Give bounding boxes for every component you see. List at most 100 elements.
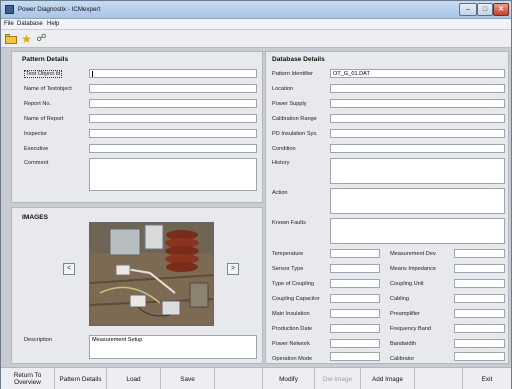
- preamplifier-input[interactable]: [454, 309, 505, 318]
- type-of-coupling-label: Type of Coupling: [272, 281, 314, 287]
- known-faults-textarea[interactable]: [330, 218, 505, 244]
- description-input[interactable]: Measurement Setup: [89, 335, 257, 359]
- means-impedance-label: Means Impedance: [390, 266, 437, 272]
- name-of-report-input[interactable]: [89, 114, 257, 123]
- condition-label: Condition: [272, 146, 296, 152]
- pd-insulation-sys-label: PD Insulation Sys.: [272, 131, 318, 137]
- temperature-label: Temperature: [272, 251, 304, 257]
- modify-button[interactable]: Modify: [263, 368, 315, 389]
- toolbar: ★ ☍: [1, 30, 511, 48]
- coupling-unit-label: Coupling Unit: [390, 281, 424, 287]
- pattern-details-button[interactable]: Pattern Details: [55, 368, 107, 389]
- pattern-identifier-label: Pattern Identifier: [272, 71, 314, 77]
- maximize-button[interactable]: □: [477, 3, 493, 16]
- report-no-label: Report No.: [24, 101, 52, 107]
- calibrator-input[interactable]: [454, 352, 505, 361]
- production-date-input[interactable]: [330, 324, 380, 333]
- close-button[interactable]: ✕: [493, 3, 509, 16]
- history-textarea[interactable]: [330, 158, 505, 184]
- power-network-label: Power Network: [272, 341, 310, 347]
- calibration-range-input[interactable]: [330, 114, 505, 123]
- executive-input[interactable]: [89, 144, 257, 153]
- pattern-details-panel: Pattern Details Test Object Id Name of T…: [11, 51, 263, 203]
- condition-input[interactable]: [330, 144, 505, 153]
- inspector-input[interactable]: [89, 129, 257, 138]
- frequency-band-input[interactable]: [454, 324, 505, 333]
- comment-label: Comment: [24, 160, 49, 166]
- cabling-label: Cabling: [390, 296, 409, 302]
- power-supply-label: Power Supply: [272, 101, 307, 107]
- menu-bar: File Database Help: [1, 19, 511, 30]
- minimize-button[interactable]: –: [459, 3, 477, 16]
- main-insulation-input[interactable]: [330, 309, 380, 318]
- coupling-capacitor-input[interactable]: [330, 294, 380, 303]
- temperature-input[interactable]: [330, 249, 380, 258]
- main-insulation-label: Main Insulation: [272, 311, 310, 317]
- bandwidth-input[interactable]: [454, 339, 505, 348]
- next-image-button[interactable]: >: [227, 263, 239, 275]
- window-title: Power Diagnostix - ICMexpert: [18, 6, 101, 13]
- spacer: [215, 368, 263, 389]
- power-network-input[interactable]: [330, 339, 380, 348]
- location-input[interactable]: [330, 84, 505, 93]
- star-icon[interactable]: ★: [20, 33, 33, 45]
- spacer-right: [415, 368, 463, 389]
- operation-mode-input[interactable]: [330, 352, 380, 361]
- menu-help[interactable]: Help: [47, 21, 59, 27]
- name-of-testobject-label: Name of Testobject: [24, 86, 72, 92]
- executive-label: Executive: [24, 146, 49, 152]
- app-icon: [5, 5, 14, 14]
- menu-file[interactable]: File: [4, 21, 14, 27]
- comment-textarea[interactable]: [89, 158, 257, 191]
- name-of-testobject-input[interactable]: [89, 84, 257, 93]
- report-no-input[interactable]: [89, 99, 257, 108]
- sensor-type-input[interactable]: [330, 264, 380, 273]
- history-label: History: [272, 160, 290, 166]
- coupling-unit-input[interactable]: [454, 279, 505, 288]
- preamplifier-label: Preamplifier: [390, 311, 420, 317]
- measurement-dev-input[interactable]: [454, 249, 505, 258]
- pd-insulation-sys-input[interactable]: [330, 129, 505, 138]
- frequency-band-label: Frequency Band: [390, 326, 432, 332]
- previous-image-button[interactable]: <: [63, 263, 75, 275]
- add-image-button[interactable]: Add Image: [361, 368, 415, 389]
- operation-mode-label: Operation Mode: [272, 356, 313, 362]
- menu-database[interactable]: Database: [17, 21, 43, 27]
- test-object-id-input[interactable]: [89, 69, 257, 78]
- bottom-button-bar: Return To Overview Pattern Details Load …: [1, 367, 511, 389]
- measurement-dev-label: Measurement Dev.: [390, 251, 437, 257]
- location-label: Location: [272, 86, 294, 92]
- pattern-identifier-input[interactable]: OT_G_01.DAT: [330, 69, 505, 78]
- return-to-overview-button[interactable]: Return To Overview: [1, 368, 55, 389]
- load-button[interactable]: Load: [107, 368, 161, 389]
- measurement-setup-photo: [89, 222, 214, 326]
- calibration-range-label: Calibration Range: [272, 116, 317, 122]
- database-details-panel: Database Details Pattern Identifier OT_G…: [265, 51, 509, 364]
- images-title: IMAGES: [22, 214, 49, 221]
- network-icon[interactable]: ☍: [35, 33, 48, 45]
- coupling-capacitor-label: Coupling Capacitor: [272, 296, 320, 302]
- del-image-button[interactable]: Del Image: [315, 368, 361, 389]
- description-label: Description: [24, 337, 52, 343]
- calibrator-label: Calibrator: [390, 356, 415, 362]
- folder-icon[interactable]: [5, 33, 18, 45]
- inspector-label: Inspector: [24, 131, 48, 137]
- known-faults-label: Known Faults: [272, 220, 306, 226]
- title-bar: Power Diagnostix - ICMexpert – □ ✕: [1, 1, 511, 19]
- type-of-coupling-input[interactable]: [330, 279, 380, 288]
- cabling-input[interactable]: [454, 294, 505, 303]
- database-details-title: Database Details: [272, 56, 325, 63]
- app-window: Power Diagnostix - ICMexpert – □ ✕ File …: [0, 0, 512, 389]
- sensor-type-label: Sensor Type: [272, 266, 304, 272]
- bandwidth-label: Bandwidth: [390, 341, 417, 347]
- test-object-id-label: Test Object Id: [24, 70, 63, 78]
- action-textarea[interactable]: [330, 188, 505, 214]
- measurement-setup-image: [90, 223, 213, 325]
- action-label: Action: [272, 190, 288, 196]
- means-impedance-input[interactable]: [454, 264, 505, 273]
- pattern-details-title: Pattern Details: [22, 56, 69, 63]
- production-date-label: Production Date: [272, 326, 313, 332]
- power-supply-input[interactable]: [330, 99, 505, 108]
- save-button[interactable]: Save: [161, 368, 215, 389]
- exit-button[interactable]: Exit: [463, 368, 511, 389]
